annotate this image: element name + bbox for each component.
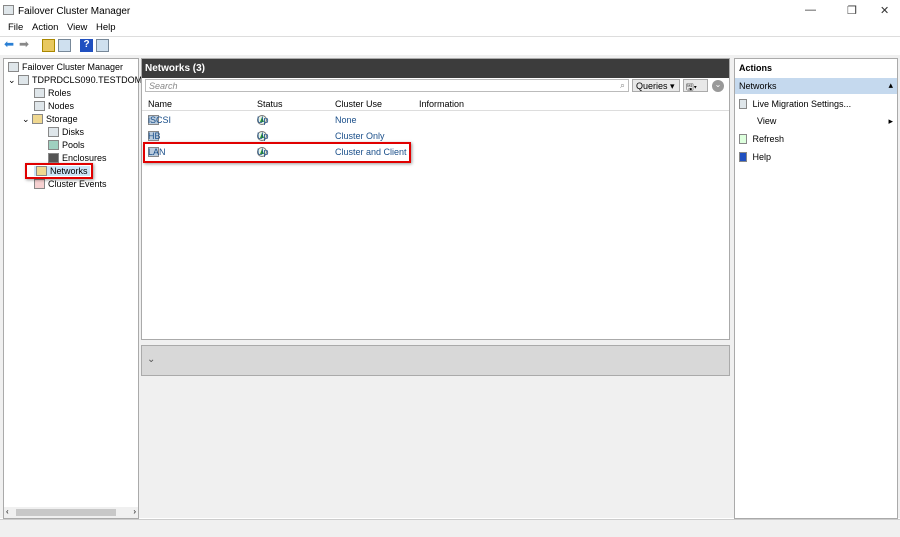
- column-status[interactable]: Status: [257, 99, 283, 109]
- details-pane: ⌄: [141, 345, 730, 376]
- expand-chevron-icon[interactable]: ⌄: [22, 114, 32, 124]
- help-icon: [739, 152, 747, 162]
- menu-file[interactable]: File: [8, 22, 23, 33]
- tree-pools[interactable]: Pools: [62, 140, 85, 150]
- actions-pane: Actions Networks ▴ Live Migration Setting…: [734, 58, 898, 519]
- search-input[interactable]: Search ⌕: [145, 79, 629, 92]
- queries-button[interactable]: Queries ▾: [632, 79, 680, 92]
- expand-chevron-icon[interactable]: ⌄: [8, 75, 18, 85]
- disks-icon: [48, 127, 59, 137]
- up-folder-icon[interactable]: [42, 39, 55, 52]
- action-view[interactable]: View ▸: [757, 116, 893, 126]
- tree-cluster[interactable]: TDPRDCLS090.TESTDOMAI: [32, 75, 151, 85]
- refresh-icon: [739, 134, 747, 144]
- menu-view[interactable]: View: [67, 22, 87, 33]
- storage-icon: [32, 114, 44, 124]
- submenu-arrow-icon: ▸: [888, 116, 893, 126]
- action-help[interactable]: Help: [739, 152, 771, 162]
- highlight-box: [143, 142, 411, 163]
- minimize-button[interactable]: —: [805, 4, 816, 16]
- navigation-tree: Failover Cluster Manager ⌄ TDPRDCLS090.T…: [3, 58, 151, 519]
- enclosures-icon: [48, 153, 59, 163]
- highlight-box: [25, 163, 93, 179]
- tree-nodes[interactable]: Nodes: [48, 101, 74, 111]
- live-migration-icon: [739, 99, 747, 109]
- pane-title: Networks (3): [142, 59, 729, 78]
- column-name[interactable]: Name: [148, 99, 172, 109]
- pools-icon: [48, 140, 59, 150]
- menu-bar: File Action View Help: [0, 22, 900, 35]
- nodes-icon: [34, 101, 45, 111]
- tree-storage[interactable]: Storage: [46, 114, 78, 124]
- window-title: Failover Cluster Manager: [18, 6, 131, 17]
- list-header: Name Status Cluster Use Information: [142, 99, 729, 111]
- help-icon[interactable]: ?: [80, 39, 93, 52]
- tree-enclosures[interactable]: Enclosures: [62, 153, 107, 163]
- cluster-manager-icon: [3, 5, 14, 15]
- back-icon[interactable]: ⬅: [4, 37, 17, 51]
- show-hide-tree-icon[interactable]: [58, 39, 71, 52]
- title-bar: Failover Cluster Manager — ❐ ✕: [0, 0, 900, 22]
- actions-title: Actions: [739, 63, 773, 73]
- tree-root[interactable]: Failover Cluster Manager: [22, 62, 123, 72]
- forward-icon[interactable]: ➡: [19, 37, 32, 51]
- cluster-manager-icon: [8, 62, 19, 72]
- tree-roles[interactable]: Roles: [48, 88, 71, 98]
- cluster-icon: [18, 75, 30, 85]
- table-row[interactable]: iSCSI Up None: [142, 115, 729, 129]
- main-frame: Failover Cluster Manager ⌄ TDPRDCLS090.T…: [0, 55, 900, 519]
- column-information[interactable]: Information: [419, 99, 464, 109]
- cluster-events-icon: [34, 179, 45, 189]
- menu-action[interactable]: Action: [32, 22, 58, 33]
- show-hide-action-pane-icon[interactable]: [96, 39, 109, 52]
- horizontal-scrollbar[interactable]: ‹ ›: [4, 507, 138, 518]
- save-query-button[interactable]: 🖫▾: [683, 79, 708, 92]
- roles-icon: [34, 88, 45, 98]
- expand-icon[interactable]: ⌄: [712, 80, 724, 92]
- tree-cluster-events[interactable]: Cluster Events: [48, 179, 107, 189]
- tree-disks[interactable]: Disks: [62, 127, 84, 137]
- collapse-icon[interactable]: ▴: [888, 80, 893, 91]
- actions-section-networks[interactable]: Networks ▴: [735, 78, 897, 94]
- networks-pane: Networks (3) Search ⌕ Queries ▾ 🖫▾ ⌄ Name…: [141, 58, 730, 340]
- toolbar: ⬅ ➡ ?: [0, 36, 900, 53]
- close-button[interactable]: ✕: [880, 4, 889, 17]
- collapse-chevron-icon[interactable]: ⌄: [147, 354, 155, 365]
- menu-help[interactable]: Help: [96, 22, 116, 33]
- restore-button[interactable]: ❐: [847, 4, 857, 17]
- status-bar: [0, 519, 900, 537]
- action-refresh[interactable]: Refresh: [739, 134, 784, 144]
- action-live-migration[interactable]: Live Migration Settings...: [739, 99, 851, 109]
- search-icon: ⌕: [619, 80, 625, 90]
- column-cluster-use[interactable]: Cluster Use: [335, 99, 382, 109]
